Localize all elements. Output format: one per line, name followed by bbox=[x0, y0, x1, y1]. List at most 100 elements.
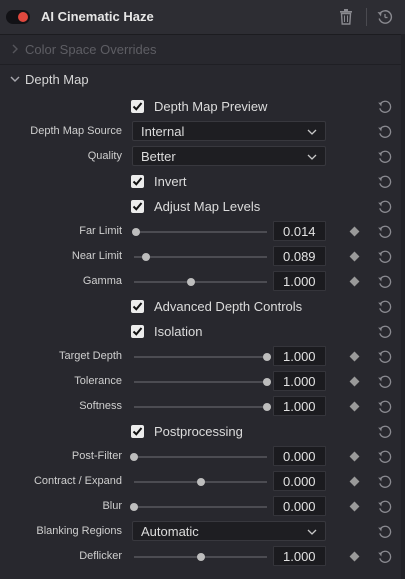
blanking-regions-dropdown[interactable]: Automatic bbox=[132, 521, 326, 541]
post-filter-slider[interactable] bbox=[130, 453, 267, 461]
reset-icon[interactable] bbox=[377, 499, 393, 515]
gamma-label: Gamma bbox=[82, 275, 122, 287]
section-title: Depth Map bbox=[25, 72, 89, 87]
reset-icon[interactable] bbox=[377, 149, 393, 165]
depth-map-source-label: Depth Map Source bbox=[30, 125, 122, 137]
softness-slider[interactable] bbox=[134, 403, 271, 411]
far-limit-slider[interactable] bbox=[131, 228, 267, 236]
contract-expand-slider[interactable] bbox=[134, 478, 267, 486]
section-color-space-overrides[interactable]: Color Space Overrides bbox=[0, 39, 405, 61]
reset-icon[interactable] bbox=[377, 474, 393, 490]
post-filter-label: Post-Filter bbox=[71, 450, 122, 462]
row-postprocessing: Postprocessing bbox=[0, 420, 405, 444]
slider-thumb[interactable] bbox=[263, 403, 271, 411]
deflicker-value-field[interactable]: 1.000 bbox=[273, 546, 326, 566]
keyframe-diamond-icon[interactable] bbox=[349, 476, 360, 487]
keyframe-diamond-icon[interactable] bbox=[349, 501, 360, 512]
chevron-down-icon bbox=[10, 76, 20, 82]
depth-map-source-dropdown[interactable]: Internal bbox=[132, 121, 326, 141]
blur-label: Blur bbox=[102, 500, 122, 512]
isolation-label: Isolation bbox=[154, 324, 203, 339]
post-filter-value-field[interactable]: 0.000 bbox=[273, 446, 326, 466]
slider-thumb[interactable] bbox=[263, 378, 271, 386]
invert-label: Invert bbox=[154, 174, 187, 189]
panel-scroll-edge bbox=[401, 34, 405, 579]
slider-thumb[interactable] bbox=[141, 253, 150, 261]
check-icon bbox=[132, 177, 143, 186]
near-limit-slider[interactable] bbox=[134, 253, 267, 261]
header-divider bbox=[366, 8, 367, 26]
reset-icon[interactable] bbox=[377, 299, 393, 315]
near-limit-value-field[interactable]: 0.089 bbox=[273, 246, 326, 266]
dropdown-value: Better bbox=[141, 149, 176, 164]
reset-icon[interactable] bbox=[377, 174, 393, 190]
value-text: 1.000 bbox=[283, 374, 316, 389]
invert-checkbox[interactable] bbox=[131, 175, 144, 188]
keyframe-diamond-icon[interactable] bbox=[349, 401, 360, 412]
gamma-slider[interactable] bbox=[134, 278, 267, 286]
keyframe-diamond-icon[interactable] bbox=[349, 251, 360, 262]
reset-icon[interactable] bbox=[377, 324, 393, 340]
reset-icon[interactable] bbox=[377, 99, 393, 115]
tolerance-value-field[interactable]: 1.000 bbox=[273, 371, 326, 391]
target-depth-slider[interactable] bbox=[134, 353, 271, 361]
check-icon bbox=[132, 102, 143, 111]
postprocessing-checkbox[interactable] bbox=[131, 425, 144, 438]
reset-icon[interactable] bbox=[377, 199, 393, 215]
reset-icon[interactable] bbox=[377, 374, 393, 390]
keyframe-diamond-icon[interactable] bbox=[349, 276, 360, 287]
isolation-checkbox[interactable] bbox=[131, 325, 144, 338]
dropdown-value: Internal bbox=[141, 124, 185, 139]
blur-value-field[interactable]: 0.000 bbox=[273, 496, 326, 516]
chevron-right-icon bbox=[12, 44, 18, 54]
far-limit-value-field[interactable]: 0.014 bbox=[273, 221, 326, 241]
deflicker-slider[interactable] bbox=[134, 553, 267, 561]
keyframe-diamond-icon[interactable] bbox=[349, 226, 360, 237]
row-depth-map-source: Depth Map Source Internal bbox=[0, 120, 405, 144]
slider-thumb[interactable] bbox=[187, 278, 196, 286]
quality-dropdown[interactable]: Better bbox=[132, 146, 326, 166]
slider-thumb[interactable] bbox=[130, 503, 138, 511]
reset-icon[interactable] bbox=[377, 249, 393, 265]
keyframe-diamond-icon[interactable] bbox=[349, 451, 360, 462]
row-invert: Invert bbox=[0, 170, 405, 194]
slider-thumb[interactable] bbox=[263, 353, 271, 361]
chevron-down-icon bbox=[307, 129, 317, 135]
row-blanking-regions: Blanking Regions Automatic bbox=[0, 520, 405, 544]
reset-icon[interactable] bbox=[377, 274, 393, 290]
reset-icon[interactable] bbox=[377, 399, 393, 415]
section-depth-map[interactable]: Depth Map bbox=[0, 69, 405, 91]
effect-title: AI Cinematic Haze bbox=[41, 9, 154, 24]
keyframe-diamond-icon[interactable] bbox=[349, 351, 360, 362]
softness-value-field[interactable]: 1.000 bbox=[273, 396, 326, 416]
gamma-value-field[interactable]: 1.000 bbox=[273, 271, 326, 291]
keyframe-diamond-icon[interactable] bbox=[349, 551, 360, 562]
depth-map-preview-checkbox[interactable] bbox=[131, 100, 144, 113]
effect-panel: AI Cinematic Haze Color Space Overrides … bbox=[0, 0, 405, 579]
reset-icon[interactable] bbox=[377, 449, 393, 465]
slider-thumb[interactable] bbox=[131, 228, 140, 236]
row-contract-expand: Contract / Expand 0.000 bbox=[0, 470, 405, 494]
check-icon bbox=[132, 202, 143, 211]
contract-expand-value-field[interactable]: 0.000 bbox=[273, 471, 326, 491]
effect-enable-toggle[interactable] bbox=[6, 10, 30, 24]
target-depth-value-field[interactable]: 1.000 bbox=[273, 346, 326, 366]
reset-icon[interactable] bbox=[377, 349, 393, 365]
reset-icon[interactable] bbox=[377, 224, 393, 240]
postprocessing-label: Postprocessing bbox=[154, 424, 243, 439]
reset-icon[interactable] bbox=[376, 8, 394, 26]
section-divider bbox=[0, 64, 405, 65]
keyframe-diamond-icon[interactable] bbox=[349, 376, 360, 387]
slider-thumb[interactable] bbox=[130, 453, 138, 461]
reset-icon[interactable] bbox=[377, 549, 393, 565]
blur-slider[interactable] bbox=[130, 503, 267, 511]
adjust-map-levels-checkbox[interactable] bbox=[131, 200, 144, 213]
advanced-depth-controls-checkbox[interactable] bbox=[131, 300, 144, 313]
reset-icon[interactable] bbox=[377, 124, 393, 140]
trash-icon[interactable] bbox=[339, 9, 353, 25]
reset-icon[interactable] bbox=[377, 424, 393, 440]
slider-thumb[interactable] bbox=[196, 553, 205, 561]
slider-thumb[interactable] bbox=[196, 478, 205, 486]
tolerance-slider[interactable] bbox=[134, 378, 271, 386]
reset-icon[interactable] bbox=[377, 524, 393, 540]
